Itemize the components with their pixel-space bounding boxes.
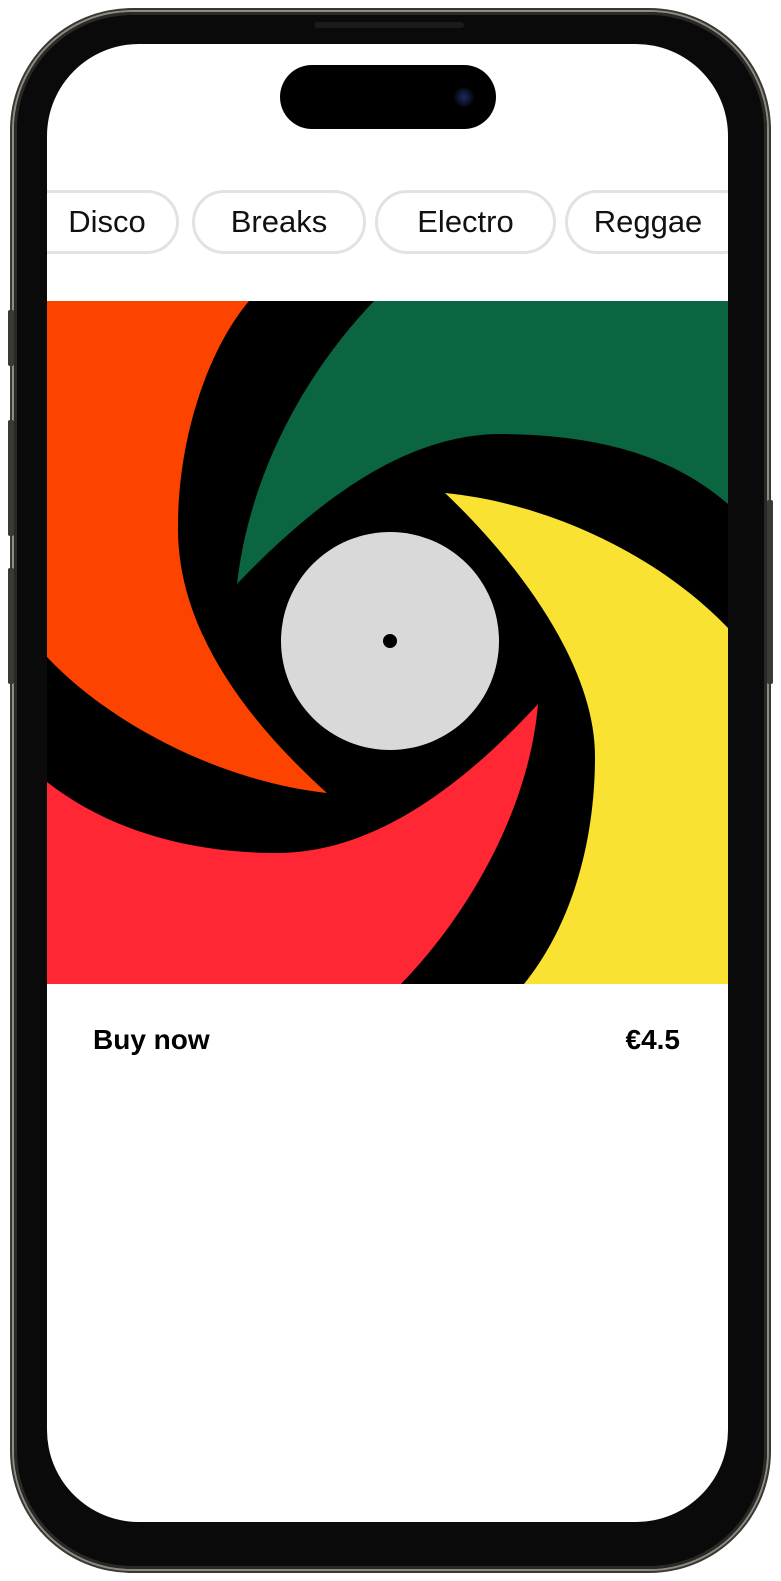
vinyl-swirl-image bbox=[47, 301, 728, 984]
genre-chip-label: Breaks bbox=[230, 204, 328, 239]
dynamic-island bbox=[280, 65, 496, 129]
genre-chip-label: Electro bbox=[417, 204, 514, 239]
genre-chip-reggae[interactable]: Reggae bbox=[565, 190, 728, 254]
screen: Disco Breaks Electro Reggae Buy now €4.5 bbox=[47, 44, 728, 1522]
genre-chip-breaks[interactable]: Breaks bbox=[192, 190, 366, 254]
purchase-row[interactable]: Buy now €4.5 bbox=[47, 1024, 728, 1084]
front-camera-icon bbox=[454, 87, 474, 107]
action-button bbox=[8, 310, 14, 366]
volume-up-button bbox=[8, 420, 14, 536]
genre-chip-label: Reggae bbox=[593, 204, 703, 239]
genre-chip-electro[interactable]: Electro bbox=[375, 190, 556, 254]
genre-chip-row[interactable]: Disco Breaks Electro Reggae bbox=[47, 190, 728, 260]
buy-now-button[interactable]: Buy now bbox=[93, 1024, 210, 1056]
genre-chip-label: Disco bbox=[68, 204, 146, 239]
earpiece-speaker bbox=[314, 22, 464, 28]
spindle-hole bbox=[383, 634, 397, 648]
power-button bbox=[767, 500, 773, 684]
volume-down-button bbox=[8, 568, 14, 684]
record-artwork[interactable] bbox=[47, 301, 728, 984]
genre-chip-disco[interactable]: Disco bbox=[47, 190, 179, 254]
price-label: €4.5 bbox=[625, 1024, 681, 1055]
